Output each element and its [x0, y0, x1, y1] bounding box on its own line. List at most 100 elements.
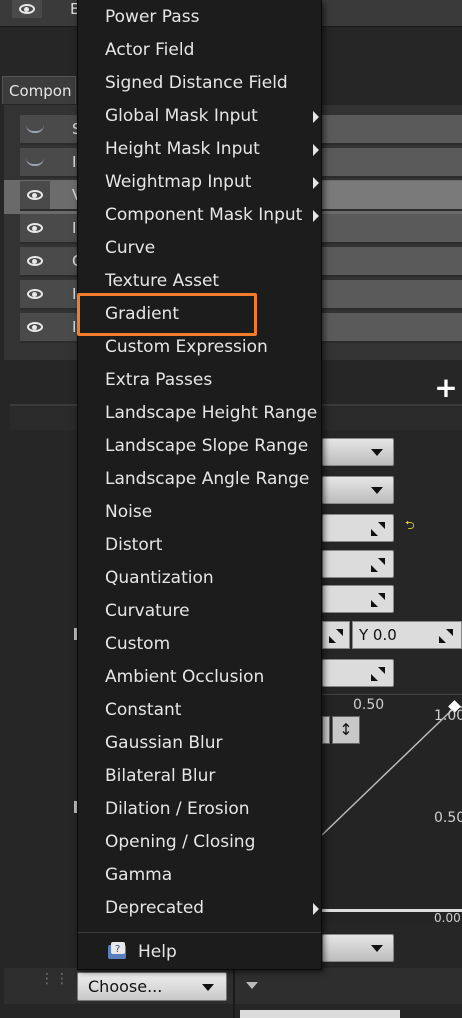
eye-icon [27, 190, 43, 200]
property-number-1[interactable] [322, 514, 394, 542]
menu-item-bilateral-blur[interactable]: Bilateral Blur [78, 760, 321, 793]
eye-icon [27, 256, 43, 266]
menu-item-deprecated[interactable]: Deprecated [78, 892, 321, 925]
menu-item-label: Ambient Occlusion [105, 667, 265, 687]
choose-dropdown[interactable]: Choose... [77, 972, 227, 1001]
menu-item-label: Landscape Slope Range [105, 436, 309, 456]
spin-arrows-icon [371, 593, 385, 607]
menu-item-gamma[interactable]: Gamma [78, 859, 321, 892]
fit-vertical-button[interactable]: ↕ [332, 716, 360, 744]
expand-arrow-icon[interactable] [246, 982, 258, 989]
visibility-toggle[interactable] [20, 280, 50, 308]
menu-item-label: Weightmap Input [105, 172, 252, 192]
menu-item-quantization[interactable]: Quantization [78, 562, 321, 595]
menu-item-label: Noise [105, 502, 153, 522]
property-number-4[interactable] [322, 659, 394, 687]
submenu-arrow-icon [313, 177, 319, 189]
help-label: Help [138, 942, 177, 962]
menu-item-label: Global Mask Input [105, 106, 258, 126]
menu-item-label: Custom Expression [105, 337, 268, 357]
visibility-toggle[interactable] [20, 214, 50, 242]
visibility-toggle[interactable] [20, 115, 50, 143]
property-x-field[interactable] [322, 621, 350, 649]
menu-item-component-mask-input[interactable]: Component Mask Input [78, 199, 321, 232]
curve-right-top-label: 1.00 [434, 708, 462, 724]
component-row-label: I [72, 153, 77, 171]
component-row-label: I [72, 285, 77, 303]
menu-item-opening-closing[interactable]: Opening / Closing [78, 826, 321, 859]
property-y-field[interactable]: Y 0.0 [352, 621, 462, 649]
visibility-toggle[interactable] [20, 181, 50, 209]
menu-item-power-pass[interactable]: Power Pass [78, 1, 321, 34]
reset-icon[interactable]: ⮌ [405, 519, 419, 531]
menu-item-weightmap-input[interactable]: Weightmap Input [78, 166, 321, 199]
menu-item-global-mask-input[interactable]: Global Mask Input [78, 100, 321, 133]
menu-item-curve[interactable]: Curve [78, 232, 321, 265]
curve-tool-button[interactable] [322, 716, 330, 744]
menu-item-label: Gaussian Blur [105, 733, 223, 753]
menu-item-label: Custom [105, 634, 171, 654]
menu-item-label: Quantization [105, 568, 214, 588]
menu-item-height-mask-input[interactable]: Height Mask Input [78, 133, 321, 166]
menu-item-extra-passes[interactable]: Extra Passes [78, 364, 321, 397]
svg-text:?: ? [115, 944, 120, 955]
spin-arrows-icon [439, 629, 453, 643]
property-dropdown-3[interactable] [322, 934, 394, 962]
menu-item-constant[interactable]: Constant [78, 694, 321, 727]
menu-item-custom[interactable]: Custom [78, 628, 321, 661]
menu-item-label: Power Pass [105, 7, 200, 27]
eye-closed-icon [26, 125, 44, 133]
menu-item-label: Distort [105, 535, 163, 555]
eye-closed-icon [26, 158, 44, 166]
submenu-arrow-icon [313, 210, 319, 222]
submenu-arrow-icon [313, 144, 319, 156]
menu-item-label: Deprecated [105, 898, 205, 918]
property-dropdown-1[interactable] [322, 438, 394, 466]
tab-components[interactable]: Compon [2, 76, 76, 104]
visibility-toggle-top[interactable] [12, 0, 42, 18]
menu-item-label: Curvature [105, 601, 190, 621]
highlight-annotation [77, 293, 257, 336]
menu-item-noise[interactable]: Noise [78, 496, 321, 529]
menu-item-landscape-height-range[interactable]: Landscape Height Range [78, 397, 321, 430]
menu-item-label: Height Mask Input [105, 139, 260, 159]
menu-item-label: Opening / Closing [105, 832, 256, 852]
menu-item-curvature[interactable]: Curvature [78, 595, 321, 628]
menu-separator [78, 932, 321, 933]
visibility-toggle[interactable] [20, 148, 50, 176]
menu-item-label: Bilateral Blur [105, 766, 216, 786]
bottom-field[interactable] [240, 1010, 400, 1018]
curve-top-label: 0.50 [353, 697, 385, 713]
spin-arrows-icon [371, 667, 385, 681]
menu-item-gaussian-blur[interactable]: Gaussian Blur [78, 727, 321, 760]
help-icon: ? [108, 942, 126, 959]
menu-item-label: Landscape Angle Range [105, 469, 310, 489]
menu-item-label: Landscape Height Range [105, 403, 318, 423]
menu-item-distort[interactable]: Distort [78, 529, 321, 562]
add-component-button[interactable]: + [432, 374, 460, 402]
menu-item-ambient-occlusion[interactable]: Ambient Occlusion [78, 661, 321, 694]
menu-item-label: Curve [105, 238, 156, 258]
eye-icon [19, 4, 35, 14]
drag-handle-icon[interactable]: ⋮⋮ [40, 972, 69, 998]
menu-item-landscape-slope-range[interactable]: Landscape Slope Range [78, 430, 321, 463]
menu-item-label: Component Mask Input [105, 205, 303, 225]
property-dropdown-2[interactable] [322, 476, 394, 504]
visibility-toggle[interactable] [20, 247, 50, 275]
menu-item-help[interactable]: ? Help [78, 936, 321, 969]
property-number-3[interactable] [322, 585, 394, 613]
fit-vertical-icon: ↕ [339, 720, 353, 739]
choose-separator [233, 968, 235, 1018]
menu-item-label: Texture Asset [105, 271, 220, 291]
spin-arrows-icon [371, 522, 385, 536]
menu-item-actor-field[interactable]: Actor Field [78, 34, 321, 67]
property-number-2[interactable] [322, 550, 394, 578]
menu-item-label: Signed Distance Field [105, 73, 288, 93]
choose-label: Choose... [88, 977, 163, 996]
menu-item-label: Extra Passes [105, 370, 213, 390]
chevron-down-icon [371, 449, 383, 456]
menu-item-dilation-erosion[interactable]: Dilation / Erosion [78, 793, 321, 826]
visibility-toggle[interactable] [20, 313, 50, 341]
menu-item-signed-distance-field[interactable]: Signed Distance Field [78, 67, 321, 100]
menu-item-landscape-angle-range[interactable]: Landscape Angle Range [78, 463, 321, 496]
